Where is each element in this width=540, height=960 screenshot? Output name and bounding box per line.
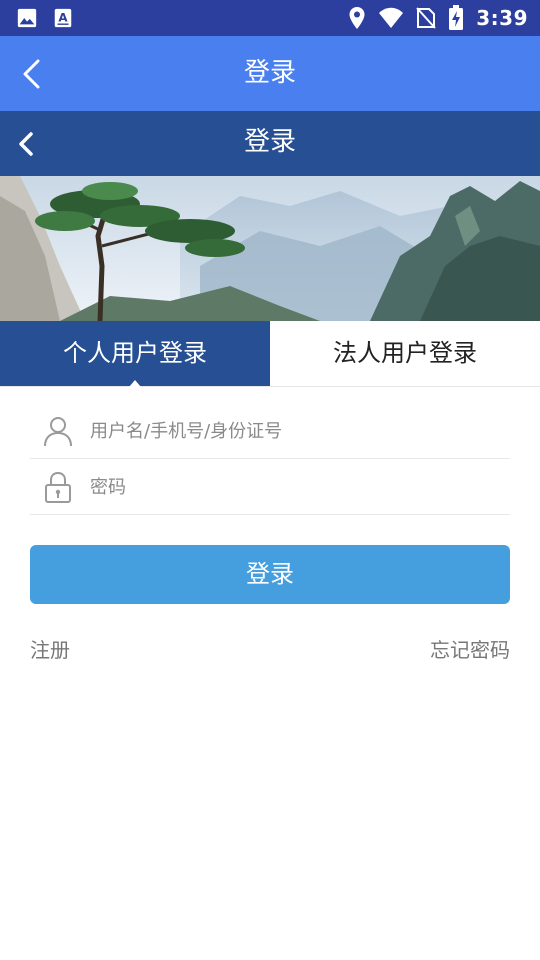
tab-corporate-login[interactable]: 法人用户登录 [270,321,540,386]
register-link[interactable]: 注册 [30,634,70,663]
tab-personal-login[interactable]: 个人用户登录 [0,321,270,386]
wifi-icon [379,7,404,28]
banner-image [0,176,540,321]
mountain-landscape-image [0,176,540,321]
status-left-icons: A [16,7,74,29]
password-input[interactable] [88,464,502,510]
username-input[interactable] [88,408,502,454]
active-tab-indicator [129,380,141,387]
password-field [30,458,510,515]
login-button[interactable]: 登录 [30,545,510,604]
status-right-icons: 3:39 [348,5,528,31]
no-sim-icon [416,7,436,29]
user-icon [44,417,72,447]
lock-icon [45,471,71,503]
battery-charging-icon [449,5,464,30]
forgot-password-link[interactable]: 忘记密码 [430,634,510,663]
location-icon [349,7,365,29]
app-bar: 登录 [0,36,540,111]
login-type-tabs: 个人用户登录 法人用户登录 [0,321,540,387]
image-icon [17,8,37,28]
web-header-title: 登录 [243,127,296,157]
app-bar-title: 登录 [243,58,296,88]
status-bar: A 3:39 [0,0,540,36]
clock-time: 3:39 [476,6,528,30]
text-a-icon: A [54,8,72,28]
username-field [30,402,510,459]
web-header: 登录 [0,111,540,176]
svg-text:A: A [58,11,68,25]
